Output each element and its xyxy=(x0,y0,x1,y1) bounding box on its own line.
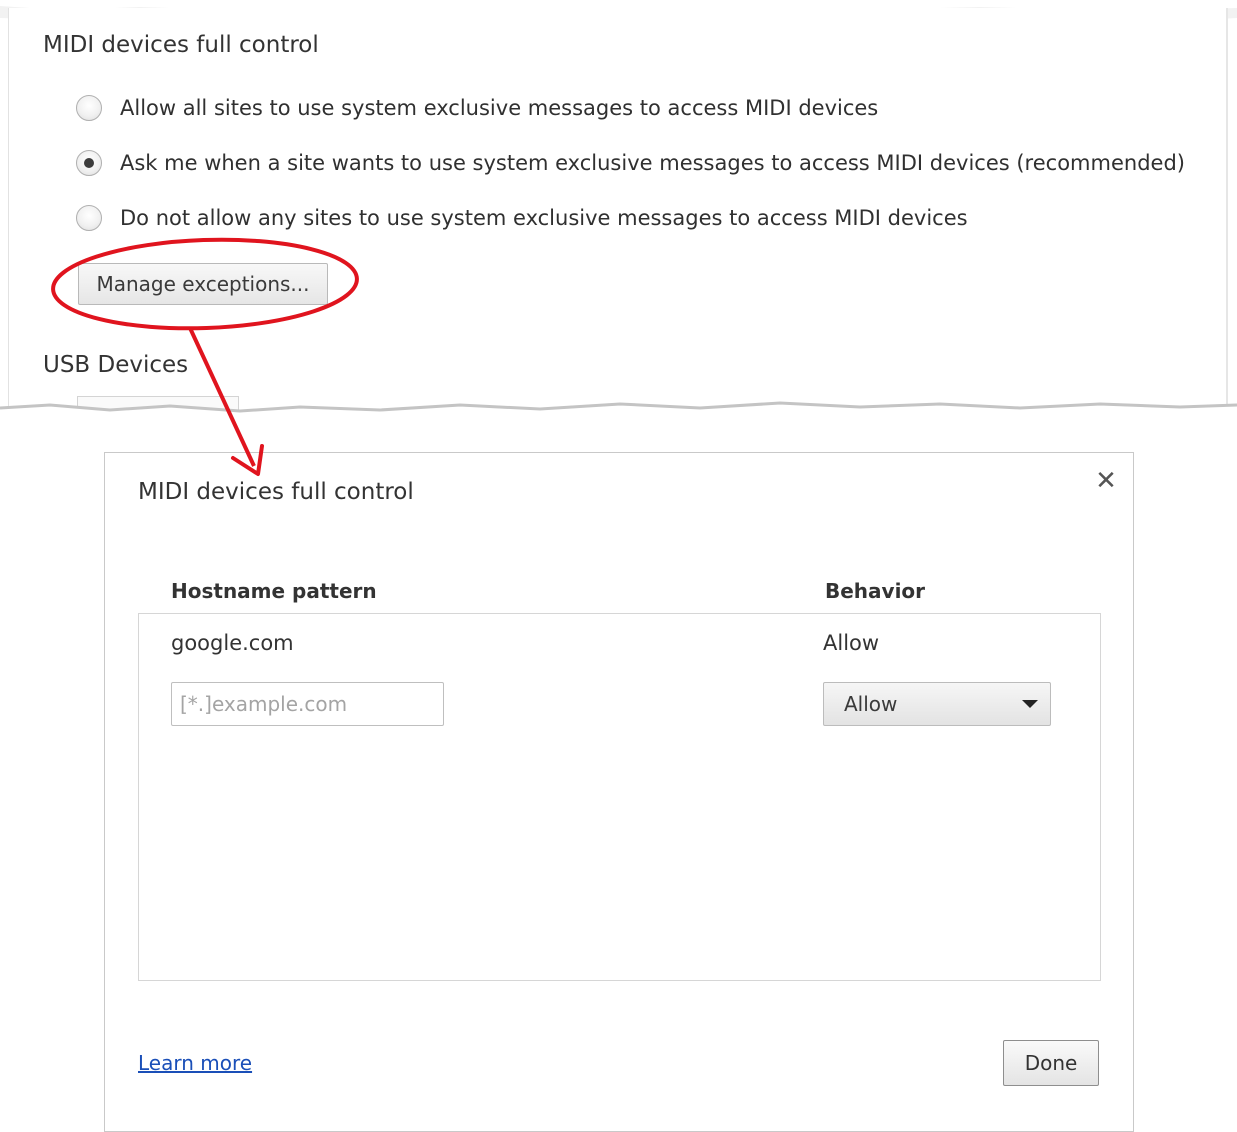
behavior-select[interactable]: Allow xyxy=(823,682,1051,726)
radio-do-not-allow[interactable]: Do not allow any sites to use system exc… xyxy=(76,203,968,233)
radio-label: Allow all sites to use system exclusive … xyxy=(120,96,879,120)
section-title: MIDI devices full control xyxy=(43,32,319,58)
chevron-down-icon xyxy=(1022,700,1038,708)
radio-label: Ask me when a site wants to use system e… xyxy=(120,151,1185,175)
exceptions-dialog: MIDI devices full control ✕ Hostname pat… xyxy=(104,452,1134,1132)
behavior-select-value: Allow xyxy=(844,692,898,716)
done-button[interactable]: Done xyxy=(1003,1040,1099,1086)
manage-exceptions-button[interactable]: Manage exceptions... xyxy=(78,263,328,305)
dialog-title: MIDI devices full control xyxy=(138,479,414,505)
radio-label: Do not allow any sites to use system exc… xyxy=(120,206,968,230)
column-header-behavior: Behavior xyxy=(825,579,926,603)
exceptions-list: google.com Allow Allow xyxy=(138,613,1101,981)
radio-button[interactable] xyxy=(76,95,102,121)
radio-ask-me[interactable]: Ask me when a site wants to use system e… xyxy=(76,148,1185,178)
usb-devices-control xyxy=(77,396,239,413)
exception-hostname: google.com xyxy=(171,631,294,655)
learn-more-link[interactable]: Learn more xyxy=(138,1051,252,1075)
exception-behavior: Allow xyxy=(823,631,880,655)
usb-devices-title: USB Devices xyxy=(43,352,189,378)
radio-allow-all[interactable]: Allow all sites to use system exclusive … xyxy=(76,93,878,123)
column-header-hostname: Hostname pattern xyxy=(171,579,377,603)
hostname-pattern-input[interactable] xyxy=(171,682,444,726)
radio-button-selected[interactable] xyxy=(76,150,102,176)
radio-button[interactable] xyxy=(76,205,102,231)
close-icon[interactable]: ✕ xyxy=(1094,468,1118,494)
